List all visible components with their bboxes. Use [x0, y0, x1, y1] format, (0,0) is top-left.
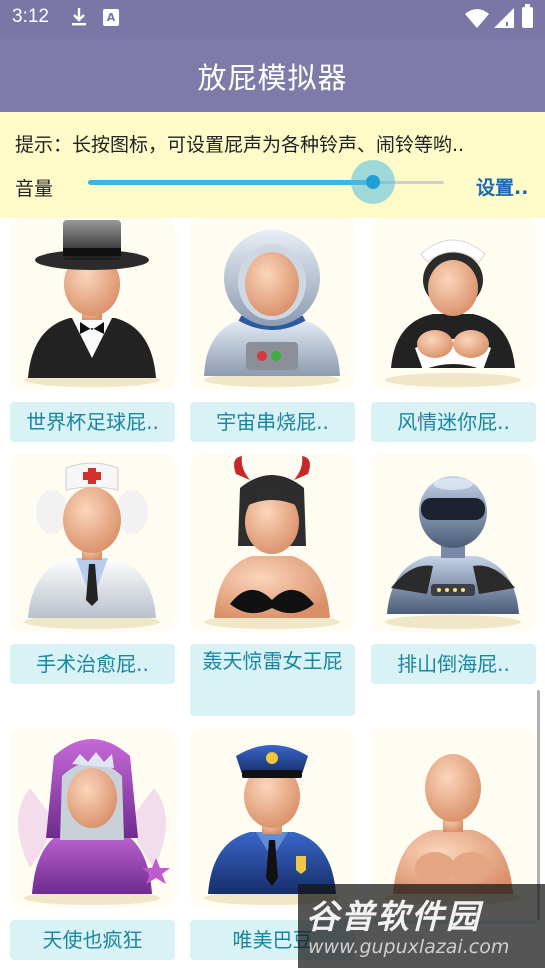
watermark-brand: 谷普软件园	[306, 897, 481, 936]
sound-grid: 世界杯足球屁.. 宇宙串烧屁.. 风情迷你屁.. 手术治愈屁.. 轰天惊雷女王屁…	[0, 218, 545, 968]
watermark: 谷普软件园 www.gupuxlazai.com	[298, 884, 545, 968]
watermark-url: www.gupuxlazai.com	[308, 936, 510, 958]
a-box-icon: A	[103, 9, 119, 26]
signal-icon	[494, 8, 514, 28]
sound-label[interactable]: 天使也疯狂	[10, 920, 175, 960]
fairy-icon	[18, 739, 170, 905]
settings-button[interactable]: 设置..	[476, 173, 528, 200]
tip-panel: 提示：长按图标，可设置屁声为各种铃声、闹铃等哟.. 音量 设置..	[0, 112, 545, 218]
app-bar: 放屁模拟器	[0, 36, 545, 112]
volume-label: 音量	[15, 178, 54, 200]
sound-card[interactable]	[190, 218, 355, 390]
slider-thumb[interactable]	[365, 175, 380, 189]
sound-label[interactable]: 排山倒海屁..	[371, 644, 536, 684]
sound-card[interactable]	[190, 728, 355, 908]
robot-icon	[385, 476, 521, 629]
sound-label[interactable]: 世界杯足球屁..	[10, 402, 175, 442]
doctor-icon	[24, 462, 160, 629]
wifi-icon	[465, 9, 489, 28]
sound-label[interactable]: 轰天惊雷女王屁	[190, 644, 355, 716]
sound-label[interactable]: 宇宙串烧屁..	[190, 402, 355, 442]
volume-slider[interactable]	[88, 160, 444, 204]
battery-icon	[522, 4, 533, 28]
maid-icon	[385, 239, 521, 387]
sound-card[interactable]	[190, 454, 355, 632]
sound-card[interactable]	[371, 454, 536, 632]
astronaut-icon	[204, 230, 340, 387]
devil-woman-icon	[204, 456, 340, 629]
page-title: 放屁模拟器	[197, 61, 348, 95]
sound-card[interactable]	[10, 454, 175, 632]
download-icon	[72, 8, 86, 26]
status-time: 3:12	[12, 6, 49, 27]
sound-label[interactable]: 风情迷你屁..	[371, 402, 536, 442]
sound-label[interactable]: 手术治愈屁..	[10, 644, 175, 684]
status-bar: 3:12 A	[0, 0, 545, 36]
sound-card[interactable]	[10, 728, 175, 908]
tip-text: 提示：长按图标，可设置屁声为各种铃声、闹铃等哟..	[15, 134, 465, 156]
sound-card[interactable]	[371, 728, 536, 908]
sound-card[interactable]	[10, 218, 175, 390]
slider-fill	[88, 180, 373, 185]
police-icon	[204, 745, 340, 905]
sound-card[interactable]	[371, 218, 536, 390]
nude-bust-icon	[385, 754, 521, 905]
top-hat-gentleman-icon	[24, 220, 160, 387]
